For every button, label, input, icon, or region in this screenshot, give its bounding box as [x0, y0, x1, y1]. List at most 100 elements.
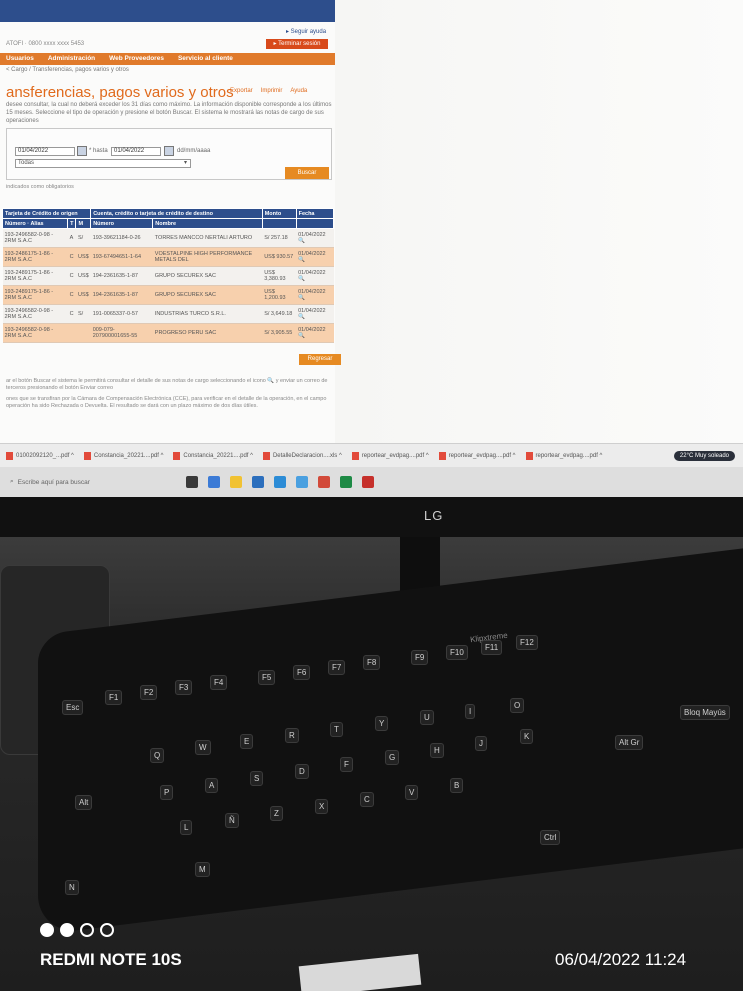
- pdf-icon: [6, 451, 13, 460]
- keyboard-key: S: [250, 771, 264, 786]
- table-cell: 01/04/2022 🔍: [296, 285, 334, 305]
- table-cell: 193-39621184-0-26: [90, 228, 153, 248]
- pdf-icon: [262, 451, 270, 460]
- excel-icon[interactable]: [340, 476, 352, 488]
- col-header-t: T: [67, 218, 77, 229]
- date-format-label: dd/mm/aaaa: [177, 148, 211, 154]
- help-tool-link[interactable]: Ayuda: [290, 88, 307, 94]
- keyboard-key: A: [205, 778, 219, 793]
- app-icon[interactable]: [318, 476, 330, 488]
- table-cell: 194-2361635-1-87: [90, 266, 153, 286]
- download-item[interactable]: DetalleDeclaracion....xls ^: [262, 451, 342, 460]
- export-link[interactable]: Exportar: [230, 88, 253, 94]
- download-item[interactable]: Constancia_20221....pdf ^: [173, 451, 253, 460]
- download-name: Constancia_20221....pdf ^: [93, 452, 164, 459]
- weather-widget[interactable]: 22°C Muy soleado: [673, 450, 735, 461]
- magnifier-icon[interactable]: 🔍: [298, 314, 305, 320]
- magnifier-icon[interactable]: 🔍: [298, 257, 305, 263]
- task-view-icon[interactable]: [186, 476, 198, 488]
- back-button[interactable]: Regresar: [299, 354, 341, 365]
- table-cell: 01/04/2022 🔍: [296, 247, 334, 267]
- help-link[interactable]: ▸ Seguir ayuda: [286, 28, 326, 35]
- keyboard-key: Bloq Mayús: [680, 705, 730, 720]
- magnifier-icon[interactable]: 🔍: [298, 295, 305, 301]
- logout-button[interactable]: ▸ Terminar sesión: [266, 39, 328, 49]
- search-button[interactable]: Buscar: [285, 167, 329, 179]
- table-cell: 193-2489175-1-86 - 2RM S.A.C: [2, 285, 68, 305]
- table-cell: S/: [75, 304, 91, 324]
- photo: ▸ Seguir ayuda ATOFI · 0800 xxxx xxxx 54…: [0, 0, 743, 991]
- keyboard-key: Ctrl: [540, 830, 561, 845]
- table-cell: 01/04/2022 🔍: [296, 266, 334, 286]
- table-cell: C: [67, 266, 76, 286]
- keyboard-key: X: [315, 799, 329, 814]
- download-item[interactable]: reportear_evdpag....pdf ^: [438, 451, 516, 460]
- download-item[interactable]: reportear_evdpag....pdf ^: [351, 451, 429, 460]
- table-row: 193-2496582-0-98 - 2RM S.A.C C S/191-00653…: [2, 304, 334, 324]
- magnifier-icon[interactable]: 🔍: [298, 238, 305, 244]
- keyboard-key: F1: [105, 690, 123, 705]
- keyboard-key: Y: [375, 716, 389, 731]
- table-cell: 193-2496582-0-98 - 2RM S.A.C: [2, 323, 68, 343]
- group-header-origin: Tarjeta de Crédito de origen: [1, 208, 92, 219]
- calendar-icon[interactable]: [77, 146, 87, 156]
- operation-type-select[interactable]: Todas: [15, 159, 191, 168]
- date-to-input[interactable]: 01/04/2022: [111, 147, 161, 156]
- phone-line: ATOFI · 0800 xxxx xxxx 5453: [6, 41, 85, 47]
- pdf-icon: [438, 451, 446, 460]
- table-cell: S/ 3,649.18: [262, 304, 297, 324]
- edge-icon[interactable]: [208, 476, 220, 488]
- nav-item-servicio-cliente[interactable]: Servicio al cliente: [178, 53, 233, 65]
- table-cell: GRUPO SECUREX SAC: [152, 285, 263, 305]
- acrobat-icon[interactable]: [362, 476, 374, 488]
- keyboard-key: Z: [270, 806, 283, 821]
- chrome-icon[interactable]: [296, 476, 308, 488]
- table-cell: VOESTALPINE HIGH PERFORMANCE METALS DEL: [152, 247, 263, 267]
- mail-icon[interactable]: [274, 476, 286, 488]
- table-cell: S/: [75, 228, 91, 248]
- keyboard-key: I: [465, 704, 476, 719]
- print-link[interactable]: Imprimir: [261, 88, 283, 94]
- page-description: desee consultar, la cual no deberá exced…: [6, 102, 332, 124]
- keyboard-key: F10: [446, 645, 468, 660]
- nav-item-administracion[interactable]: Administración: [48, 53, 95, 65]
- header-bar: [0, 0, 335, 22]
- watermark-datetime: 06/04/2022 11:24: [555, 950, 687, 969]
- date-from-input[interactable]: 01/04/2022: [15, 147, 75, 156]
- table-cell: [67, 323, 76, 343]
- calendar-icon[interactable]: [164, 146, 174, 156]
- keyboard-key: J: [475, 736, 487, 751]
- store-icon[interactable]: [252, 476, 264, 488]
- nav-item-web-proveedores[interactable]: Web Proveedores: [109, 53, 164, 65]
- table-cell: 01/04/2022 🔍: [296, 323, 334, 343]
- col-header-number: Número: [90, 218, 154, 229]
- keyboard-key: F4: [210, 675, 228, 690]
- explorer-icon[interactable]: [230, 476, 242, 488]
- magnifier-icon[interactable]: 🔍: [298, 276, 305, 282]
- taskbar-search[interactable]: ⌕ Escribe aquí para buscar: [6, 472, 176, 492]
- col-header-date: Fecha: [295, 208, 335, 219]
- download-item[interactable]: 01002092120_...pdf ^: [6, 451, 74, 460]
- download-name: 01002092120_...pdf ^: [16, 452, 74, 459]
- col-header-amount: Monto: [261, 208, 297, 219]
- watermark-device: REDMI NOTE 10S: [40, 950, 182, 969]
- keyboard-key: F3: [175, 680, 193, 695]
- taskbar-apps: [186, 476, 374, 488]
- download-item[interactable]: reportear_evdpag....pdf ^: [525, 451, 602, 460]
- table-cell: US$ 1,200.93: [262, 285, 297, 305]
- nav-item-usuarios[interactable]: Usuarios: [6, 53, 34, 65]
- table-cell: C: [67, 247, 76, 267]
- col-header-blank: [295, 218, 335, 229]
- table-row: 193-2489175-1-86 - 2RM S.A.C C US$ 194-2361…: [2, 285, 334, 305]
- keyboard-key: C: [360, 792, 374, 807]
- transfers-table: Tarjeta de Crédito de origen Cuenta, cré…: [1, 208, 335, 343]
- table-row: 193-2489175-1-86 - 2RM S.A.C C US$ 194-2361…: [2, 266, 334, 286]
- keyboard-key: B: [450, 778, 464, 793]
- keyboard-key: U: [420, 710, 434, 725]
- keyboard-key: N: [65, 880, 79, 895]
- download-item[interactable]: Constancia_20221....pdf ^: [83, 451, 164, 460]
- camera-watermark-dots: [40, 923, 114, 937]
- keyboard-key: Alt Gr: [615, 735, 644, 750]
- search-icon: ⌕: [10, 478, 14, 485]
- magnifier-icon[interactable]: 🔍: [298, 333, 305, 339]
